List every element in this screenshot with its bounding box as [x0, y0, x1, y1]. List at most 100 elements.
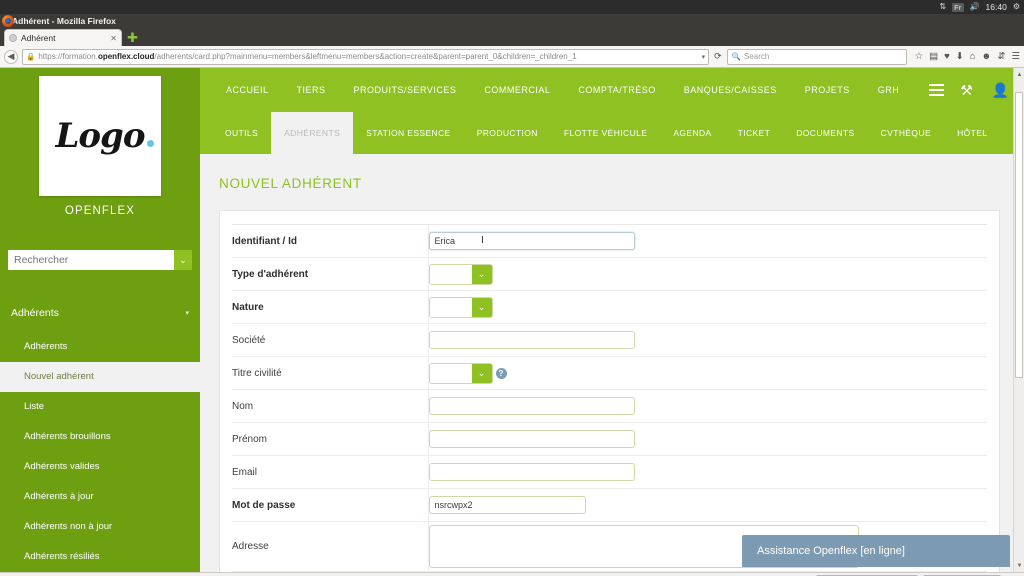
app-sidebar: Logo OPENFLEX ⌄ Adhérents ▾ Adhérents No…	[0, 68, 200, 572]
tab-ticket[interactable]: TICKET	[725, 112, 784, 154]
chevron-down-icon[interactable]: ▾	[185, 309, 189, 317]
back-button[interactable]: ◀	[4, 49, 18, 64]
scroll-up-icon[interactable]: ▲	[1015, 70, 1024, 79]
field-label: Titre civilité	[232, 356, 429, 390]
sidebar-item-adherents-brouillons[interactable]: Adhérents brouillons	[0, 422, 200, 452]
nav-grh[interactable]: GRH	[864, 85, 914, 95]
tab-production[interactable]: PRODUCTION	[464, 112, 551, 154]
sidebar-item-nouvel-adherent[interactable]: Nouvel adhérent	[0, 361, 200, 392]
keyboard-layout-indicator[interactable]: Fr	[952, 2, 964, 12]
field-label: Prénom	[232, 422, 429, 456]
tools-icon[interactable]: ⚒	[960, 83, 973, 97]
chat-widget-label: Assistance Openflex [en ligne]	[757, 545, 905, 557]
tab-documents[interactable]: DOCUMENTS	[783, 112, 867, 154]
browser-nav-bar: ◀ 🔒 https://formation.openflex.cloud/adh…	[0, 46, 1024, 68]
browser-tab[interactable]: Adhérent ✕	[4, 29, 122, 46]
brand-name: OPENFLEX	[64, 205, 136, 218]
password-input[interactable]: nsrcwpx2	[428, 495, 586, 514]
field-label: Nom	[232, 389, 429, 423]
form-row-titre-civilite: Titre civilité ⌄?	[232, 356, 987, 390]
system-clock[interactable]: 16:40	[986, 2, 1007, 12]
sidebar-item-adherents-a-jour[interactable]: Adhérents à jour	[0, 482, 200, 512]
tab-hotel[interactable]: HÔTEL	[944, 112, 1000, 154]
search-input[interactable]	[8, 250, 174, 271]
logo-text: Logo	[55, 116, 154, 157]
tab-flotte-vehicule[interactable]: FLOTTE VÉHICULE	[551, 112, 660, 154]
account-icon[interactable]: ☻	[982, 52, 992, 62]
search-icon: 🔍	[731, 52, 741, 61]
tab-station-essence[interactable]: STATION ESSENCE	[353, 112, 464, 154]
pocket-icon[interactable]: ♥	[944, 52, 950, 62]
window-title: Adhérent - Mozilla Firefox	[12, 16, 116, 26]
form-row-email: Email	[232, 455, 987, 489]
sidebar-section-header[interactable]: Adhérents ▾	[0, 302, 200, 323]
reader-mode-icon[interactable]: ▤	[929, 52, 938, 62]
field-label: Type d'adhérent	[232, 257, 429, 291]
browser-search-box[interactable]: 🔍 Search	[726, 48, 907, 65]
sidebar-section-title: Adhérents	[11, 306, 59, 319]
close-icon[interactable]: ✕	[110, 34, 117, 43]
sidebar-search[interactable]: ⌄	[8, 250, 192, 271]
scrollbar-thumb[interactable]	[1015, 92, 1023, 378]
nature-select[interactable]: ⌄	[428, 296, 493, 318]
titre-civilite-select[interactable]: ⌄	[428, 362, 493, 384]
nav-projets[interactable]: PROJETS	[791, 85, 864, 95]
form-row-mot-de-passe: Mot de passe nsrcwpx2	[232, 488, 987, 522]
tab-cvtheque[interactable]: CVTHÈQUE	[868, 112, 944, 154]
bookmark-star-icon[interactable]: ☆	[915, 52, 924, 62]
scroll-down-icon[interactable]: ▼	[1015, 561, 1024, 570]
new-tab-button[interactable]: ✚	[124, 31, 141, 46]
nav-tiers[interactable]: TIERS	[283, 85, 340, 95]
prenom-input[interactable]	[428, 429, 635, 448]
nav-commercial[interactable]: COMMERCIAL	[470, 85, 564, 95]
sidebar-item-label: Adhérents valides	[24, 461, 100, 473]
assistance-chat-widget[interactable]: Assistance Openflex [en ligne]	[742, 535, 1010, 567]
nav-banques-caisses[interactable]: BANQUES/CAISSES	[670, 85, 791, 95]
sidebar-item-label: Adhérents à jour	[24, 491, 94, 503]
form-card: Identifiant / Id Erica I Type d'adhérent …	[219, 210, 1000, 572]
field-label: Email	[232, 455, 429, 489]
tab-agenda[interactable]: AGENDA	[660, 112, 724, 154]
search-placeholder: Search	[743, 52, 770, 61]
sidebar-item-adherents-resilies[interactable]: Adhérents résiliés	[0, 542, 200, 572]
page-scrollbar[interactable]: ▲ ▼	[1013, 68, 1024, 572]
sidebar-item-label: Adhérents non à jour	[24, 521, 113, 533]
reload-button[interactable]: ⟳	[713, 51, 723, 62]
sidebar-item-adherents-non-a-jour[interactable]: Adhérents non à jour	[0, 512, 200, 542]
tab-outils[interactable]: OUTILS	[212, 112, 271, 154]
sync-icon[interactable]: ⇵	[998, 52, 1006, 62]
identifiant-input[interactable]: Erica I	[428, 231, 635, 250]
sidebar-item-adherents-valides[interactable]: Adhérents valides	[0, 452, 200, 482]
select-value	[429, 264, 472, 284]
sidebar-item-adherents[interactable]: Adhérents	[0, 332, 200, 362]
chevron-down-icon[interactable]: ⌄	[174, 250, 192, 271]
page-viewport: Logo OPENFLEX ⌄ Adhérents ▾ Adhérents No…	[0, 68, 1024, 572]
tab-title: Adhérent	[21, 33, 56, 43]
downloads-icon[interactable]: ⬇	[956, 52, 964, 62]
gear-icon[interactable]: ⚙	[1013, 3, 1020, 11]
nav-accueil[interactable]: ACCUEIL	[212, 85, 283, 95]
firefox-notification-bar: ❧ Mozilla Firefox seems slow... to... st…	[0, 572, 1024, 576]
sidebar-item-liste[interactable]: Liste	[0, 392, 200, 422]
field-label: Nature	[232, 290, 429, 324]
nav-compta-treso[interactable]: COMPTA/TRÉSO	[564, 85, 669, 95]
volume-icon[interactable]: 🔊	[970, 3, 980, 11]
url-bar[interactable]: 🔒 https://formation.openflex.cloud/adher…	[22, 48, 710, 65]
nav-produits-services[interactable]: PRODUITS/SERVICES	[340, 85, 471, 95]
network-icon[interactable]: ⇅	[939, 3, 946, 11]
hamburger-menu-icon[interactable]: ☰	[1011, 52, 1020, 62]
password-value: nsrcwpx2	[434, 499, 473, 510]
page-body: NOUVEL ADHÉRENT Identifiant / Id Erica I …	[200, 154, 1024, 572]
home-icon[interactable]: ⌂	[970, 52, 976, 62]
sidebar-menu: Adhérents Nouvel adhérent Liste Adhérent…	[0, 332, 200, 572]
chevron-down-icon[interactable]: ▾	[702, 53, 706, 61]
societe-input[interactable]	[428, 330, 635, 349]
email-input[interactable]	[428, 462, 635, 481]
help-icon[interactable]: ?	[495, 367, 507, 379]
form-row-nature: Nature ⌄	[232, 290, 987, 324]
tab-adherents[interactable]: ADHÉRENTS	[271, 112, 354, 154]
nom-input[interactable]	[428, 396, 635, 415]
type-adherent-select[interactable]: ⌄	[428, 263, 493, 285]
user-icon[interactable]: 👤	[992, 83, 1009, 97]
more-menu-icon[interactable]	[913, 84, 960, 96]
